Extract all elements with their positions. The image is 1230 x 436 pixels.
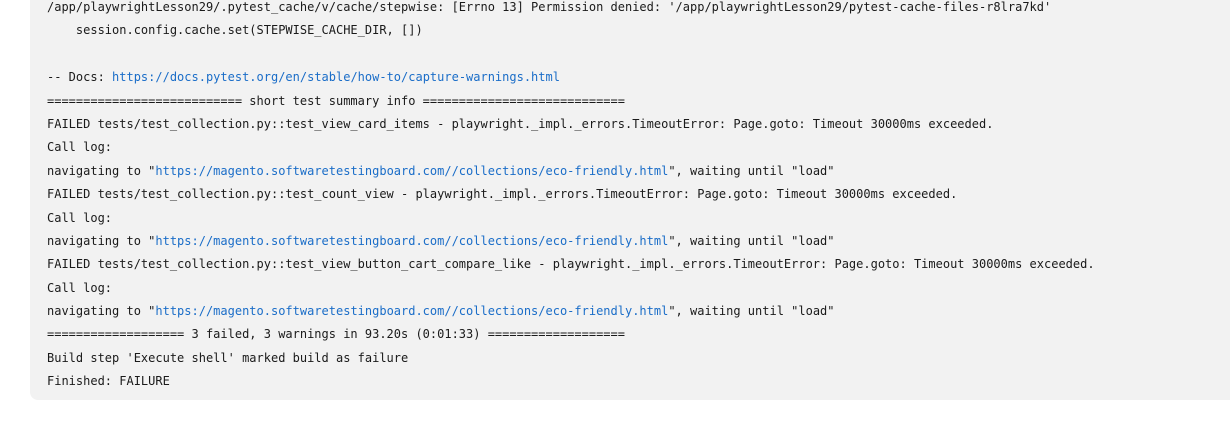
console-text: ", waiting until "load"	[668, 304, 835, 319]
console-text: navigating to "	[47, 304, 156, 319]
console-text: Call log:	[47, 140, 113, 155]
console-output: /app/playwrightLesson29/.pytest_cache/v/…	[47, 0, 1095, 394]
console-line: =================== 3 failed, 3 warnings…	[47, 323, 1095, 346]
console-link[interactable]: https://docs.pytest.org/en/stable/how-to…	[112, 70, 560, 84]
console-text: FAILED tests/test_collection.py::test_vi…	[47, 116, 994, 131]
console-text: FAILED tests/test_collection.py::test_vi…	[47, 257, 1095, 272]
console-text: ", waiting until "load"	[668, 163, 835, 178]
console-text: Build step 'Execute shell' marked build …	[47, 350, 409, 365]
console-line: Call log:	[47, 277, 1095, 300]
console-text: Call log:	[47, 210, 113, 225]
console-line: =========================== short test s…	[47, 90, 1095, 113]
console-line: Finished: FAILURE	[47, 370, 1095, 393]
console-line: /app/playwrightLesson29/.pytest_cache/v/…	[47, 0, 1095, 19]
console-link[interactable]: https://magento.softwaretestingboard.com…	[155, 164, 668, 178]
console-text: -- Docs:	[47, 70, 113, 85]
console-text: Finished: FAILURE	[47, 374, 170, 389]
console-text: =========================== short test s…	[47, 93, 625, 108]
console-line: navigating to "https://magento.softwaret…	[47, 300, 1095, 323]
console-text: FAILED tests/test_collection.py::test_co…	[47, 187, 958, 202]
console-link[interactable]: https://magento.softwaretestingboard.com…	[155, 304, 668, 318]
console-line: Call log:	[47, 136, 1095, 159]
console-line: navigating to "https://magento.softwaret…	[47, 160, 1095, 183]
console-line: session.config.cache.set(STEPWISE_CACHE_…	[47, 19, 1095, 42]
console-line: Build step 'Execute shell' marked build …	[47, 347, 1095, 370]
console-line: FAILED tests/test_collection.py::test_co…	[47, 183, 1095, 206]
console-line: Call log:	[47, 207, 1095, 230]
console-text: Call log:	[47, 280, 113, 295]
console-text: navigating to "	[47, 163, 156, 178]
console-text: =================== 3 failed, 3 warnings…	[47, 327, 625, 342]
console-line: -- Docs: https://docs.pytest.org/en/stab…	[47, 66, 1095, 89]
console-line: navigating to "https://magento.softwaret…	[47, 230, 1095, 253]
console-text: navigating to "	[47, 233, 156, 248]
console-line: FAILED tests/test_collection.py::test_vi…	[47, 253, 1095, 276]
console-line: FAILED tests/test_collection.py::test_vi…	[47, 113, 1095, 136]
console-link[interactable]: https://magento.softwaretestingboard.com…	[155, 234, 668, 248]
console-text: /app/playwrightLesson29/.pytest_cache/v/…	[47, 0, 1052, 14]
console-text: ", waiting until "load"	[668, 233, 835, 248]
console-output-panel: /app/playwrightLesson29/.pytest_cache/v/…	[30, 0, 1230, 400]
console-text: session.config.cache.set(STEPWISE_CACHE_…	[47, 23, 423, 38]
